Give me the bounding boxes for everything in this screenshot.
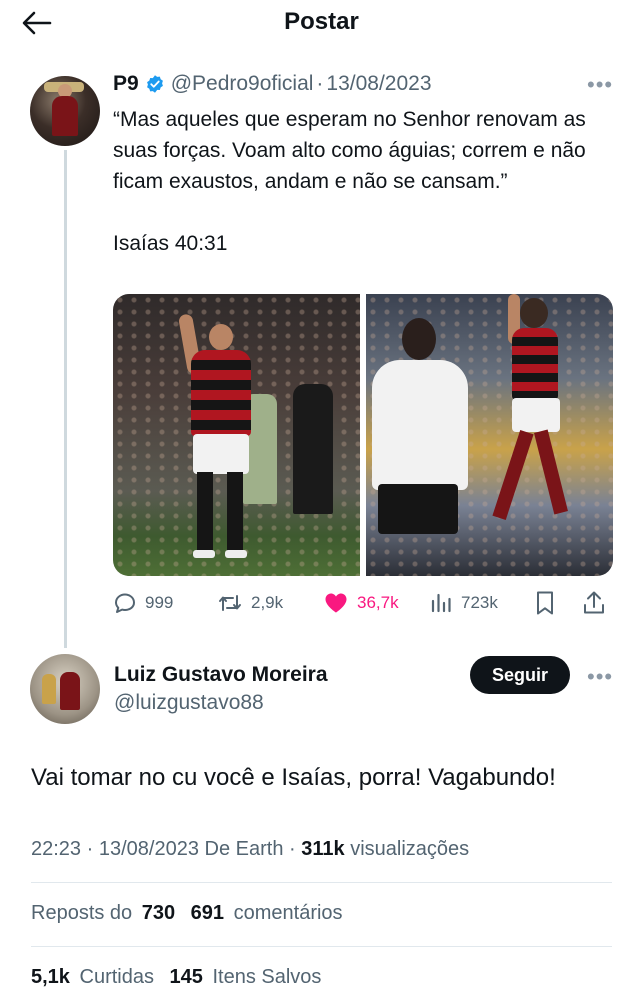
- reply-icon: [115, 593, 135, 613]
- reply-text: Vai tomar no cu você e Isaías, porra! Va…: [31, 764, 556, 791]
- repost-icon: [219, 595, 241, 611]
- like-count: 36,7k: [357, 593, 399, 612]
- saved-label: Itens Salvos: [212, 966, 322, 988]
- views-button[interactable]: 723k: [429, 591, 498, 615]
- tweet-text: “Mas aqueles que esperam no Senhor renov…: [113, 108, 586, 255]
- comments-label: comentários: [233, 902, 343, 924]
- comments-count: 691: [190, 902, 225, 924]
- follow-button[interactable]: Seguir: [470, 656, 570, 694]
- reply-button[interactable]: 999: [113, 591, 173, 615]
- divider: [31, 882, 612, 883]
- tweet-media: [113, 294, 613, 576]
- reply-source: De Earth: [204, 838, 284, 860]
- reply-views-label: visualizações: [350, 838, 470, 860]
- repost-count: 2,9k: [251, 593, 284, 612]
- repost-button[interactable]: 2,9k: [217, 591, 283, 615]
- like-button[interactable]: 36,7k: [323, 591, 399, 615]
- separator-dot: ·: [289, 838, 296, 860]
- reply-count: 999: [145, 593, 174, 612]
- separator-dot: ·: [316, 72, 324, 95]
- page-title: Postar: [284, 8, 359, 35]
- likes-count: 5,1k: [31, 966, 70, 988]
- divider: [31, 946, 612, 947]
- photo-player-jumping[interactable]: [366, 294, 613, 576]
- author-avatar[interactable]: [30, 76, 100, 146]
- bookmark-icon: [537, 591, 553, 615]
- reply-author-avatar[interactable]: [30, 654, 100, 724]
- share-icon: [584, 591, 604, 614]
- bookmark-button[interactable]: [534, 590, 556, 616]
- author-handle[interactable]: @Pedro9oficial: [171, 72, 314, 96]
- bar-chart-icon: [431, 593, 451, 613]
- reply-date: 13/08/2023: [98, 838, 199, 860]
- tweet-header: P9 @Pedro9oficial · 13/08/2023: [113, 72, 432, 96]
- photo-player-celebrating[interactable]: [113, 294, 360, 576]
- heart-filled-icon: [325, 593, 347, 613]
- thread-connector-line: [64, 150, 67, 648]
- tweet-actions: 999 2,9k 36,7k 723k: [113, 586, 613, 620]
- reply-views-count: 311k: [301, 838, 345, 860]
- reposts-count: 730: [141, 902, 176, 924]
- reposts-label: Reposts do: [31, 902, 133, 924]
- reply-time: 22:23: [31, 838, 82, 860]
- saved-count: 145: [169, 966, 203, 988]
- author-name[interactable]: P9: [113, 72, 139, 96]
- views-count: 723k: [461, 593, 498, 612]
- reply-more-options-icon[interactable]: •••: [587, 664, 613, 690]
- tweet-date[interactable]: 13/08/2023: [326, 72, 431, 96]
- reply-meta: 22:23 · 13/08/2023 De Earth · 311k visua…: [31, 838, 469, 861]
- likes-label: Curtidas: [79, 966, 154, 988]
- likes-saved-stats[interactable]: 5,1k Curtidas 145 Itens Salvos: [31, 966, 321, 989]
- separator-dot: ·: [86, 838, 94, 860]
- reply-author-name[interactable]: Luiz Gustavo Moreira: [114, 663, 328, 687]
- reply-author-handle[interactable]: @luizgustavo88: [114, 691, 264, 715]
- reposts-comments-stats[interactable]: Reposts do 730 691 comentários: [31, 902, 343, 925]
- more-options-icon[interactable]: •••: [587, 72, 613, 98]
- share-button[interactable]: [582, 590, 606, 616]
- verified-badge-icon: [145, 74, 165, 94]
- top-bar: Postar: [0, 0, 643, 46]
